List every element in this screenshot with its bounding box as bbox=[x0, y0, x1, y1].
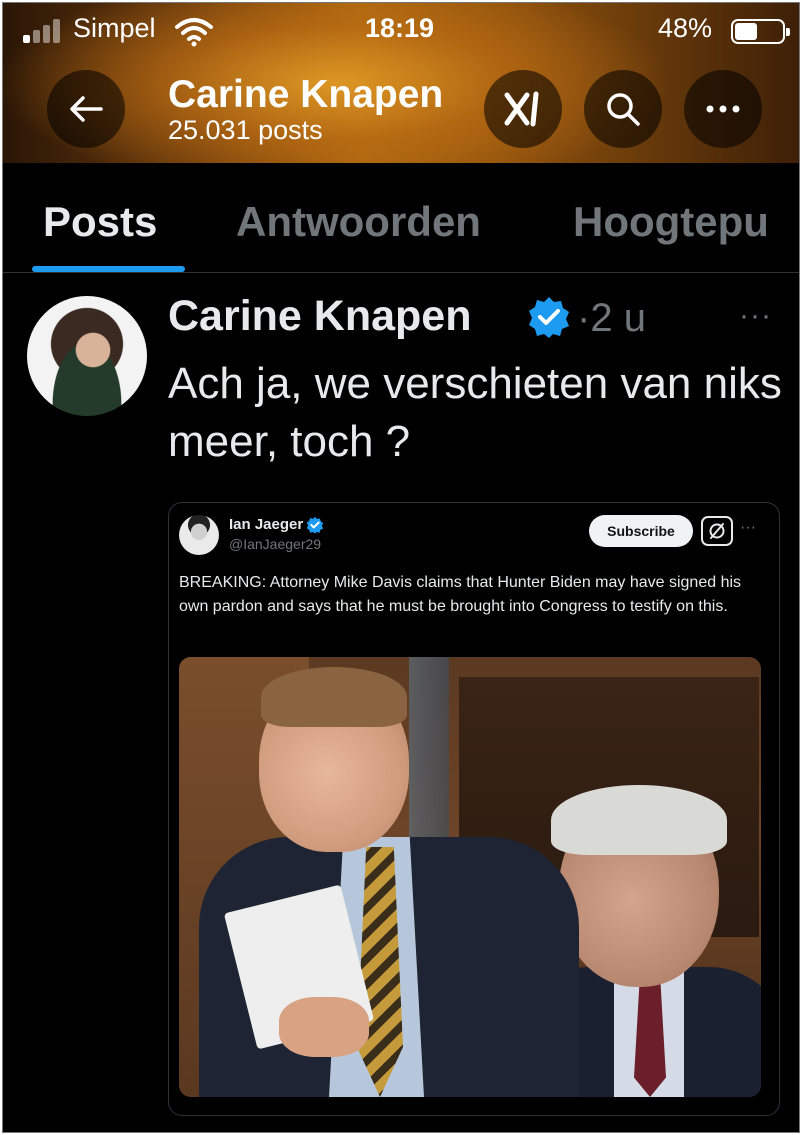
embed-more-icon: ··· bbox=[740, 519, 756, 536]
screen: Simpel 18:19 48% Carine Knapen 25.031 po… bbox=[2, 2, 800, 1133]
signal-icon bbox=[23, 19, 63, 43]
wifi-icon bbox=[175, 17, 213, 52]
embedded-tweet-card[interactable]: Ian Jaeger @IanJaeger29 Subscribe ··· BR… bbox=[168, 502, 780, 1116]
tab-hoogtepunten[interactable]: Hoogtepu bbox=[573, 198, 769, 246]
tab-antwoorden[interactable]: Antwoorden bbox=[236, 198, 481, 246]
post-more-button[interactable]: ··· bbox=[739, 299, 772, 333]
avatar[interactable] bbox=[27, 296, 147, 416]
battery-icon bbox=[731, 19, 790, 44]
carrier-label: Simpel bbox=[73, 13, 156, 43]
subscribe-button: Subscribe bbox=[589, 515, 693, 547]
embed-text: BREAKING: Attorney Mike Davis claims tha… bbox=[179, 574, 742, 615]
post-timestamp[interactable]: ·2 u bbox=[577, 296, 646, 341]
back-button[interactable] bbox=[47, 70, 125, 148]
embed-author-name: Ian Jaeger bbox=[229, 516, 304, 533]
embed-photo bbox=[179, 657, 761, 1097]
post-author-name[interactable]: Carine Knapen bbox=[168, 292, 471, 341]
grok-button[interactable] bbox=[484, 70, 562, 148]
active-tab-indicator bbox=[32, 266, 185, 272]
clock: 18:19 bbox=[365, 13, 435, 43]
embed-handle: @IanJaeger29 bbox=[229, 536, 322, 552]
post-text: Ach ja, we verschieten van niks meer, to… bbox=[168, 359, 782, 466]
separator-dot: · bbox=[577, 296, 591, 340]
grok-icon bbox=[701, 516, 733, 546]
embed-avatar bbox=[179, 515, 219, 555]
profile-name: Carine Knapen bbox=[168, 73, 444, 116]
arrow-left-icon bbox=[70, 96, 103, 122]
grok-icon bbox=[504, 91, 539, 127]
more-button[interactable] bbox=[684, 70, 762, 148]
post-time-value: 2 u bbox=[590, 296, 646, 340]
search-button[interactable] bbox=[584, 70, 662, 148]
battery-percent: 48% bbox=[658, 13, 713, 43]
search-icon bbox=[607, 93, 640, 126]
verified-badge-icon bbox=[527, 295, 571, 344]
more-horizontal-icon bbox=[706, 105, 740, 113]
post-count: 25.031 posts bbox=[168, 115, 323, 145]
profile-header: Simpel 18:19 48% Carine Knapen 25.031 po… bbox=[3, 3, 799, 163]
tab-posts[interactable]: Posts bbox=[43, 198, 157, 246]
